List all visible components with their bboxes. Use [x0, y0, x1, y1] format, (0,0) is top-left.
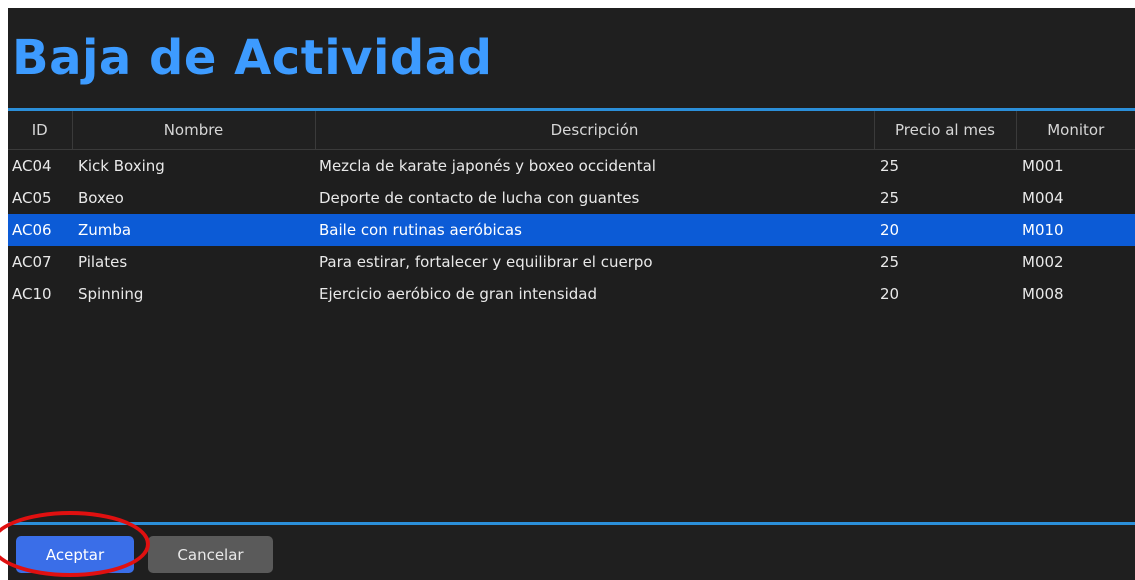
accept-button[interactable]: Aceptar — [16, 536, 134, 573]
table-row[interactable]: AC06 Zumba Baile con rutinas aeróbicas 20 M0… — [8, 214, 1135, 246]
cell-descripcion: Mezcla de karate japonés y boxeo occiden… — [319, 157, 656, 175]
cell-precio: 20 — [880, 285, 900, 303]
cell-id: AC06 — [8, 214, 72, 246]
cell-precio: 20 — [874, 214, 1016, 246]
cell-id: AC05 — [12, 189, 52, 207]
column-header-descripcion[interactable]: Descripción — [315, 111, 875, 150]
activities-table: ID Nombre Descripción Precio al mes Moni… — [8, 111, 1135, 310]
column-header-id[interactable]: ID — [8, 111, 73, 150]
page-title: Baja de Actividad — [12, 30, 493, 86]
cell-monitor: M004 — [1022, 189, 1064, 207]
column-header-monitor[interactable]: Monitor — [1016, 111, 1135, 150]
cancel-button[interactable]: Cancelar — [148, 536, 273, 573]
cell-monitor: M008 — [1022, 285, 1064, 303]
cell-descripcion: Ejercicio aeróbico de gran intensidad — [319, 285, 597, 303]
cell-monitor: M010 — [1016, 214, 1135, 246]
table-row[interactable]: AC05 Boxeo Deporte de contacto de lucha co… — [8, 182, 1135, 214]
table-body: AC04 Kick Boxing Mezcla de karate japonés … — [8, 150, 1135, 311]
cell-precio: 25 — [880, 157, 900, 175]
cell-descripcion: Deporte de contacto de lucha con guantes — [319, 189, 640, 207]
table-row[interactable]: AC04 Kick Boxing Mezcla de karate japonés … — [8, 150, 1135, 183]
cell-nombre: Boxeo — [78, 189, 124, 207]
window: Baja de Actividad ID Nombre Descripción … — [8, 8, 1135, 580]
cell-descripcion: Baile con rutinas aeróbicas — [315, 214, 874, 246]
table-row[interactable]: AC10 Spinning Ejercicio aeróbico de gran i… — [8, 278, 1135, 310]
cell-nombre: Kick Boxing — [78, 157, 165, 175]
cell-precio: 25 — [880, 189, 900, 207]
column-header-precio[interactable]: Precio al mes — [874, 111, 1017, 150]
cell-monitor: M001 — [1022, 157, 1064, 175]
cell-nombre: Pilates — [78, 253, 128, 271]
table-row[interactable]: AC07 Pilates Para estirar, fortalecer y eq… — [8, 246, 1135, 278]
cell-monitor: M002 — [1022, 253, 1064, 271]
cell-precio: 25 — [880, 253, 900, 271]
cell-nombre: Zumba — [72, 214, 315, 246]
table-header-row: ID Nombre Descripción Precio al mes Moni… — [8, 111, 1135, 150]
cell-id: AC10 — [12, 285, 52, 303]
button-bar: Aceptar Cancelar — [8, 525, 1135, 580]
column-header-nombre[interactable]: Nombre — [72, 111, 316, 150]
cell-id: AC07 — [12, 253, 52, 271]
cell-descripcion: Para estirar, fortalecer y equilibrar el… — [319, 253, 653, 271]
cell-nombre: Spinning — [78, 285, 144, 303]
cell-id: AC04 — [12, 157, 52, 175]
activities-table-panel: ID Nombre Descripción Precio al mes Moni… — [8, 108, 1135, 525]
